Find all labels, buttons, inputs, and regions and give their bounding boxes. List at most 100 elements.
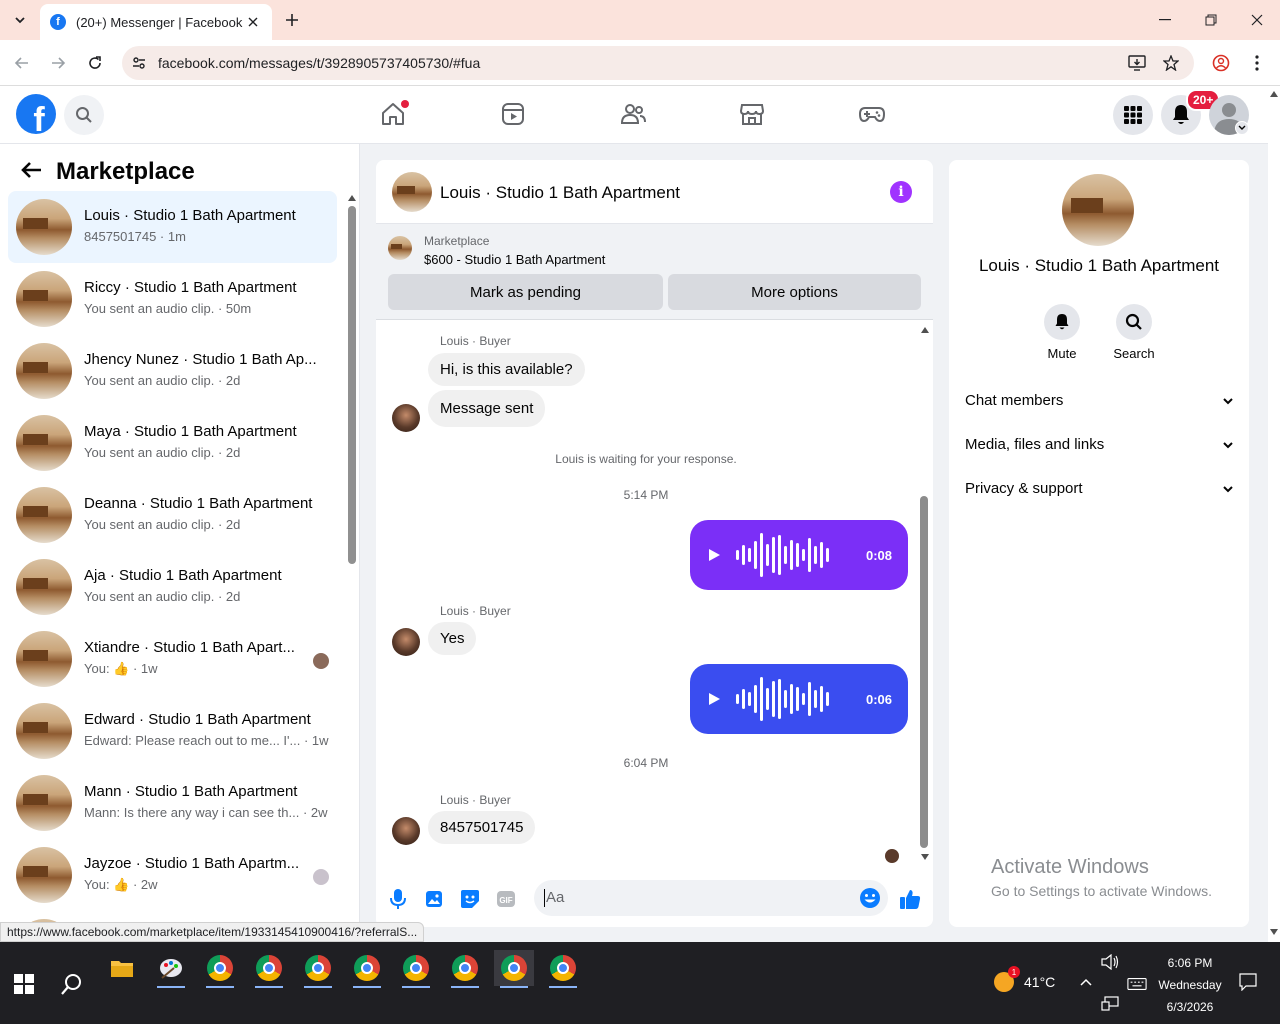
gif-icon[interactable]: GIF [494,887,518,911]
video-icon[interactable] [499,100,527,128]
install-app-icon[interactable] [1128,54,1146,72]
chat-scrollbar-thumb[interactable] [920,496,928,848]
sender-avatar[interactable] [392,404,420,432]
taskbar-clock[interactable]: 6:06 PM Wednesday 6/3/2026 [1150,952,1230,1018]
conversation-item[interactable]: Louis · Studio 1 Bath Apartment 84575017… [8,191,337,263]
message-input[interactable]: Aa [534,880,888,916]
listing-thumbnail[interactable] [388,236,412,260]
chrome-profile-icon[interactable] [543,950,583,988]
message-bubble[interactable]: Hi, is this available? [428,353,585,386]
volume-icon[interactable] [1100,952,1120,972]
address-bar[interactable]: facebook.com/messages/t/3928905737405730… [122,46,1194,80]
sticker-icon[interactable] [458,887,482,911]
paint-app-icon[interactable] [151,950,191,988]
taskbar-search-icon[interactable] [60,972,84,996]
new-tab-icon[interactable] [282,10,302,30]
conversation-name: Riccy · Studio 1 Bath Apartment [84,279,297,296]
conversation-item[interactable]: Riccy · Studio 1 Bath Apartment You sent… [8,263,337,335]
conversation-item[interactable]: Xtiandre · Studio 1 Bath Apart... You: 👍… [8,623,337,695]
sender-avatar[interactable] [392,817,420,845]
conversation-item[interactable]: Jayzoe · Studio 1 Bath Apartm... You: 👍 … [8,839,337,911]
play-icon[interactable] [706,547,722,563]
menu-grid-icon[interactable] [1113,95,1153,135]
search-icon [1116,304,1152,340]
chrome-profile-icon[interactable] [445,950,485,988]
emoji-icon[interactable] [858,886,882,915]
minimize-icon[interactable] [1142,0,1188,40]
message-bubble[interactable]: 8457501745 [428,811,536,844]
bookmark-star-icon[interactable] [1162,54,1180,72]
more-options-button[interactable]: More options [668,274,921,310]
facebook-logo-icon[interactable]: f [16,94,56,134]
facebook-search-icon[interactable] [64,95,104,135]
conversation-item[interactable]: Maya · Studio 1 Bath Apartment You sent … [8,407,337,479]
back-icon[interactable] [10,51,34,75]
sender-avatar[interactable] [392,628,420,656]
profile-icon[interactable] [1209,51,1233,75]
conversation-preview: You: 👍 · 1w [84,661,158,676]
listing-title[interactable]: $600 - Studio 1 Bath Apartment [424,252,605,267]
mute-button[interactable]: Mute [1032,304,1092,361]
running-indicator [500,986,528,988]
info-icon[interactable]: i [890,181,912,203]
account-chevron-down-icon[interactable] [1235,121,1249,135]
conversation-name: Mann · Studio 1 Bath Apartment [84,783,298,800]
message-bubble[interactable]: Message sent [428,390,546,427]
restore-icon[interactable] [1188,0,1234,40]
conversation-item[interactable]: Mann · Studio 1 Bath Apartment Mann: Is … [8,767,337,839]
back-arrow-icon[interactable] [20,161,42,184]
conversation-item[interactable]: Jhency Nunez · Studio 1 Bath Ap... You s… [8,335,337,407]
details-avatar[interactable] [1062,174,1134,246]
page-scrollbar[interactable] [1268,86,1280,942]
chat-members-row[interactable]: Chat members [965,388,1233,412]
keyboard-icon[interactable] [1127,974,1147,994]
file-explorer-icon[interactable] [102,950,142,986]
chevron-down-icon [1223,392,1233,409]
tray-chevron-up-icon[interactable] [1076,972,1096,992]
tab-search-dropdown-icon[interactable] [8,8,32,32]
conversation-item[interactable]: Aja · Studio 1 Bath Apartment You sent a… [8,551,337,623]
forward-icon[interactable] [46,51,70,75]
mark-as-pending-button[interactable]: Mark as pending [388,274,663,310]
close-tab-icon[interactable] [244,13,262,31]
reload-icon[interactable] [83,51,107,75]
microphone-icon[interactable] [386,887,410,911]
network-icon[interactable] [1100,994,1120,1014]
site-info-icon[interactable] [130,54,148,72]
play-icon[interactable] [706,691,722,707]
close-window-icon[interactable] [1234,0,1280,40]
audio-message[interactable]: 0:06 [690,664,908,734]
chrome-profile-icon[interactable] [347,950,387,988]
chrome-profile-icon[interactable] [396,950,436,988]
thumbs-up-icon[interactable] [898,887,922,911]
media-files-links-row[interactable]: Media, files and links [965,432,1233,456]
message-bubble[interactable]: Yes [428,622,477,655]
chrome-profile-icon[interactable] [200,950,240,988]
chrome-profile-icon[interactable] [298,950,338,988]
listing-thumbnail [16,631,72,687]
temperature: 41°C [1024,974,1056,990]
search-in-chat-button[interactable]: Search [1104,304,1164,361]
gaming-icon[interactable] [858,100,886,128]
conversation-item[interactable]: Deanna · Studio 1 Bath Apartment You sen… [8,479,337,551]
weather-widget[interactable]: 1 41°C [994,966,1056,992]
audio-message[interactable]: 0:08 [690,520,908,590]
conversation-item[interactable]: Edward · Studio 1 Bath Apartment Edward:… [8,695,337,767]
browser-tab[interactable]: f (20+) Messenger | Facebook [40,4,272,40]
marketplace-icon[interactable] [738,100,766,128]
home-icon[interactable] [379,100,409,128]
privacy-support-row[interactable]: Privacy & support [965,476,1233,500]
windows-start-icon[interactable] [14,974,34,994]
chat-title[interactable]: Louis · Studio 1 Bath Apartment [440,183,680,203]
notification-center-icon[interactable] [1238,972,1258,992]
listing-thumbnail [16,487,72,543]
browser-menu-icon[interactable] [1245,51,1269,75]
friends-icon[interactable] [619,100,647,128]
sender-label: Louis · Buyer [440,334,511,348]
chrome-profile-icon[interactable] [249,950,289,988]
photo-icon[interactable] [422,887,446,911]
chat-avatar[interactable] [392,172,432,212]
sidebar-scrollbar-thumb[interactable] [348,206,356,564]
read-receipt-avatar [313,869,329,885]
chrome-profile-icon[interactable] [494,950,534,988]
